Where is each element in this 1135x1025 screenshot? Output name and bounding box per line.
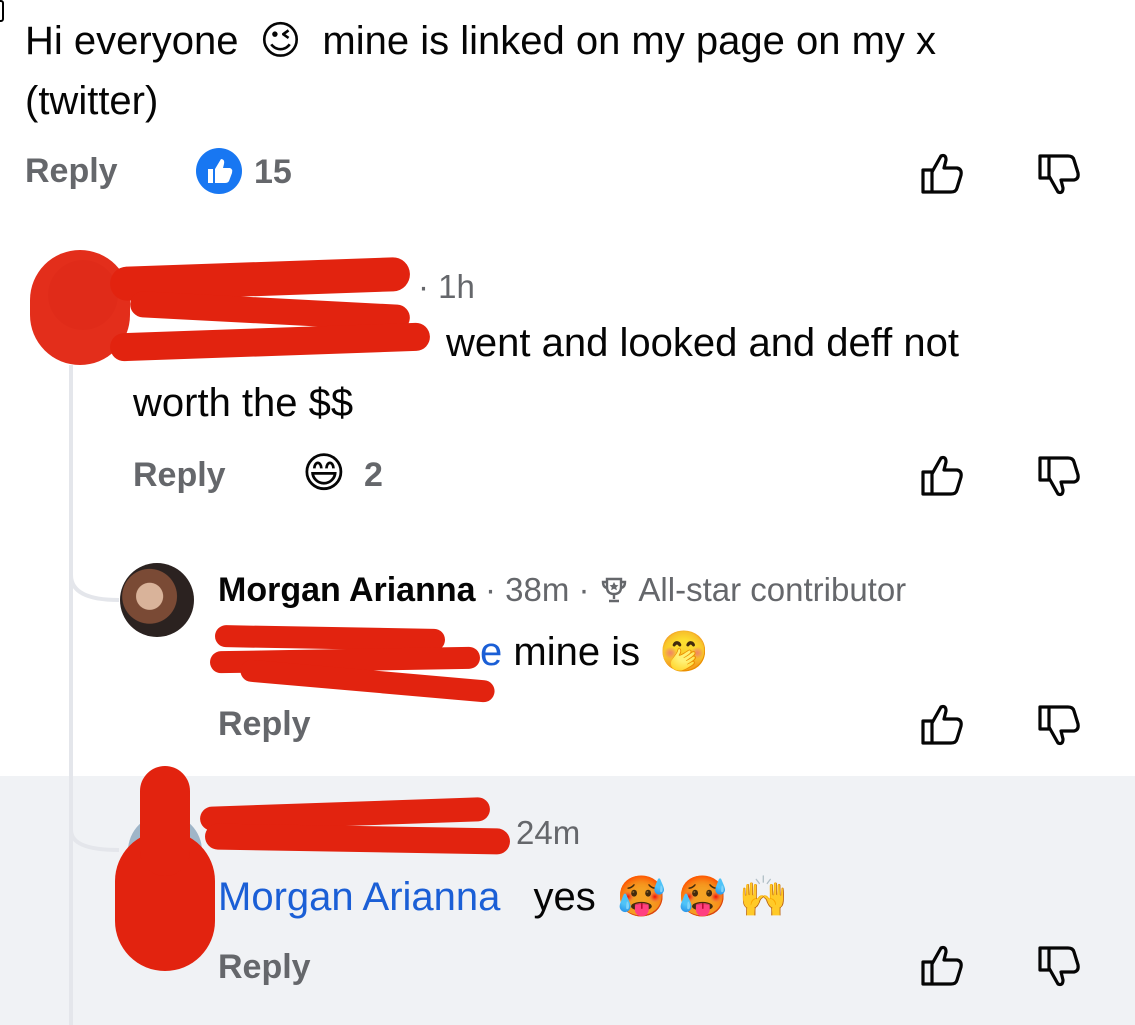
trophy-icon	[601, 577, 627, 603]
comment-1-text-line1: Hi everyone 😉 mine is linked on my page …	[25, 19, 937, 63]
redaction-mark	[140, 766, 190, 876]
hot-face-emoji-icon: 🥵	[616, 875, 667, 919]
comment-4-text: Morgan Arianna yes 🥵 🥵 🙌	[218, 875, 789, 919]
peek-emoji-icon: 🤭	[659, 630, 710, 674]
avatar[interactable]	[120, 563, 194, 637]
thumbs-up-icon[interactable]	[917, 699, 967, 749]
thumbs-down-icon[interactable]	[1034, 452, 1084, 502]
hot-face-emoji-icon: 🥵	[677, 875, 728, 919]
contributor-badge: All-star contributor	[638, 571, 907, 608]
wink-emoji-icon: 😉	[259, 19, 302, 63]
mention-link[interactable]: e	[480, 630, 502, 674]
comment-1-text-line2: (twitter)	[25, 79, 159, 123]
thumbs-up-icon[interactable]	[917, 148, 967, 198]
like-reaction-icon[interactable]	[196, 148, 242, 194]
grin-emoji-icon: 😄	[302, 449, 346, 496]
thumbs-down-icon[interactable]	[1034, 942, 1084, 992]
reaction-count: 2	[364, 456, 383, 494]
reply-button[interactable]: Reply	[25, 152, 118, 191]
comment-4: 24m Morgan Arianna yes 🥵 🥵 🙌 Reply	[0, 766, 1135, 1025]
comment-2-text-line2: worth the $$	[133, 381, 354, 425]
thumbs-down-icon[interactable]	[1034, 150, 1084, 200]
comment-3-header: Morgan Arianna · 38m · All-star contribu…	[218, 571, 906, 610]
mention-link[interactable]: Morgan Arianna	[218, 875, 500, 919]
reaction-count: 15	[254, 153, 292, 191]
reply-button[interactable]: Reply	[218, 948, 311, 987]
comment-2-text-line1: went and looked and deff not	[446, 321, 960, 365]
comment-2: · 1h went and looked and deff not worth …	[0, 230, 1135, 510]
raised-hands-emoji-icon: 🙌	[738, 875, 789, 919]
comment-time: 24m	[516, 814, 581, 851]
reply-button[interactable]: Reply	[133, 456, 226, 495]
redaction-mark	[109, 322, 431, 362]
comment-3: Morgan Arianna · 38m · All-star contribu…	[0, 555, 1135, 755]
cropped-avatar-edge	[0, 0, 4, 22]
redaction-mark	[204, 823, 511, 855]
thumbs-down-icon[interactable]	[1034, 701, 1084, 751]
author-name[interactable]: Morgan Arianna	[218, 571, 476, 609]
comment-3-text: e mine is 🤭	[480, 630, 710, 674]
thumbs-up-icon[interactable]	[917, 940, 967, 990]
reply-button[interactable]: Reply	[218, 705, 311, 744]
comment-time: · 38m ·	[485, 571, 590, 608]
thumbs-up-icon[interactable]	[917, 450, 967, 500]
comment-1: Hi everyone 😉 mine is linked on my page …	[0, 0, 1135, 210]
comment-time: · 1h	[418, 268, 475, 305]
